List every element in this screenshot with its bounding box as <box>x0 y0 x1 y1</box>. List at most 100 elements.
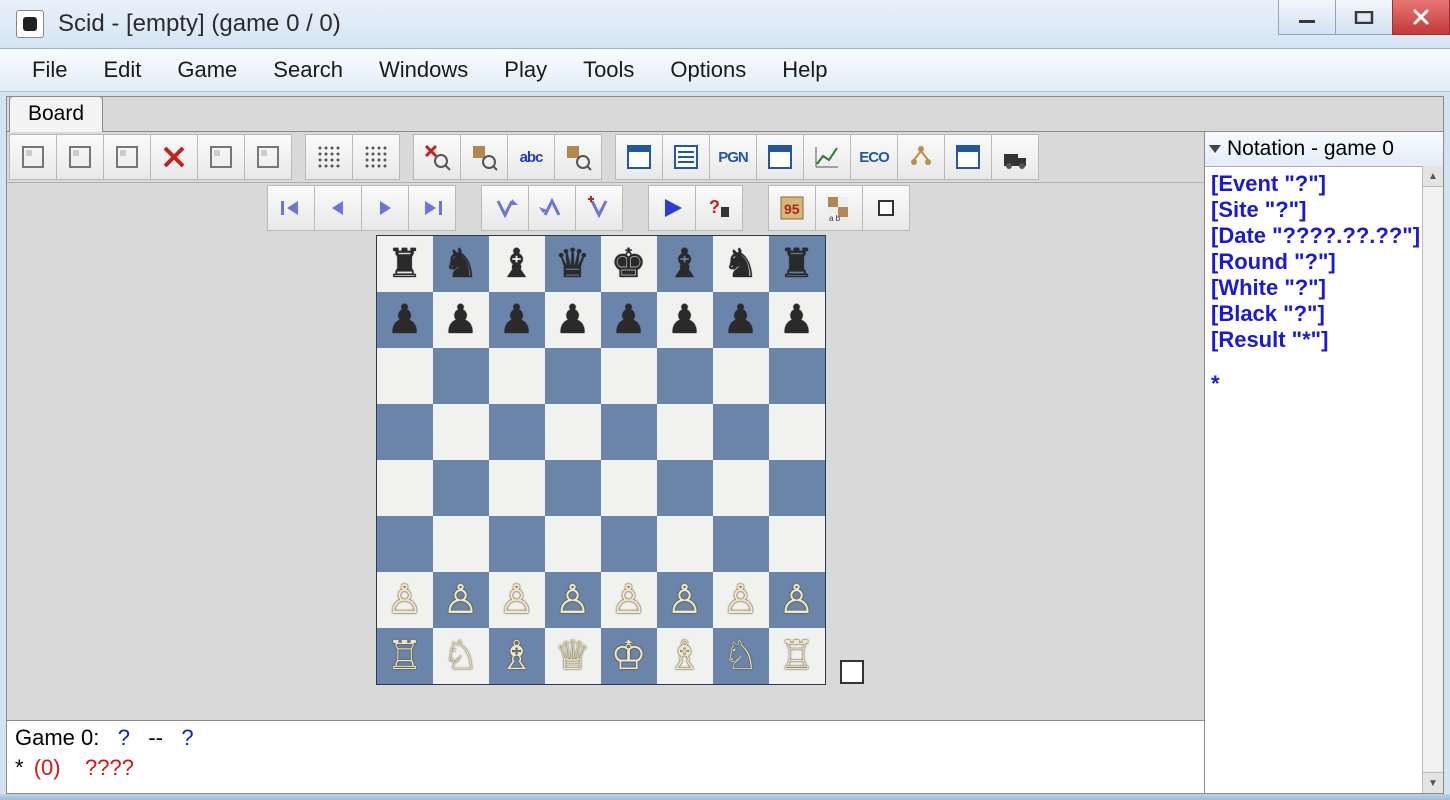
square-e8[interactable]: ♚ <box>601 236 657 292</box>
nav-hint[interactable]: ? <box>695 185 743 231</box>
tb-panel-1[interactable] <box>615 134 663 180</box>
square-e7[interactable]: ♟ <box>601 292 657 348</box>
nav-play[interactable] <box>648 185 696 231</box>
square-d6[interactable] <box>545 348 601 404</box>
square-a6[interactable] <box>377 348 433 404</box>
square-c2[interactable]: ♙ <box>489 572 545 628</box>
square-c3[interactable] <box>489 516 545 572</box>
piece-p[interactable]: ♟ <box>611 300 647 340</box>
maximize-button[interactable] <box>1335 0 1393 35</box>
tb-panel-8[interactable] <box>944 134 992 180</box>
square-e6[interactable] <box>601 348 657 404</box>
square-b1[interactable]: ♘ <box>433 628 489 684</box>
nav-nav-next[interactable] <box>361 185 409 231</box>
square-h6[interactable] <box>769 348 825 404</box>
square-e3[interactable] <box>601 516 657 572</box>
tb-panel-engine[interactable] <box>991 134 1039 180</box>
piece-p[interactable]: ♟ <box>499 300 535 340</box>
square-d8[interactable]: ♛ <box>545 236 601 292</box>
piece-P[interactable]: ♙ <box>387 580 423 620</box>
piece-p[interactable]: ♟ <box>667 300 703 340</box>
square-b5[interactable] <box>433 404 489 460</box>
piece-P[interactable]: ♙ <box>443 580 479 620</box>
piece-b[interactable]: ♝ <box>667 244 703 284</box>
tb-cut[interactable] <box>150 134 198 180</box>
square-a8[interactable]: ♜ <box>377 236 433 292</box>
minimize-button[interactable] <box>1278 0 1336 35</box>
piece-K[interactable]: ♔ <box>611 636 647 676</box>
square-d7[interactable]: ♟ <box>545 292 601 348</box>
nav-mini1[interactable]: a b <box>815 185 863 231</box>
tb-panel-tree[interactable] <box>897 134 945 180</box>
square-f4[interactable] <box>657 460 713 516</box>
nav-nav-prev[interactable] <box>314 185 362 231</box>
tb-find-abc[interactable]: abc <box>507 134 555 180</box>
piece-p[interactable]: ♟ <box>779 300 815 340</box>
square-a5[interactable] <box>377 404 433 460</box>
square-g3[interactable] <box>713 516 769 572</box>
square-a1[interactable]: ♖ <box>377 628 433 684</box>
square-c5[interactable] <box>489 404 545 460</box>
tb-dots-left[interactable] <box>305 134 353 180</box>
square-e5[interactable] <box>601 404 657 460</box>
piece-r[interactable]: ♜ <box>779 244 815 284</box>
menu-file[interactable]: File <box>14 53 85 87</box>
tb-panel-eco[interactable]: ECO <box>850 134 898 180</box>
square-g2[interactable]: ♙ <box>713 572 769 628</box>
tb-find-board[interactable] <box>460 134 508 180</box>
square-a2[interactable]: ♙ <box>377 572 433 628</box>
square-f2[interactable]: ♙ <box>657 572 713 628</box>
square-c1[interactable]: ♗ <box>489 628 545 684</box>
scroll-down-icon[interactable]: ▼ <box>1423 772 1443 793</box>
nav-mini2[interactable] <box>862 185 910 231</box>
square-g8[interactable]: ♞ <box>713 236 769 292</box>
piece-k[interactable]: ♚ <box>611 244 647 284</box>
piece-B[interactable]: ♗ <box>667 636 703 676</box>
square-d2[interactable]: ♙ <box>545 572 601 628</box>
square-e2[interactable]: ♙ <box>601 572 657 628</box>
square-b4[interactable] <box>433 460 489 516</box>
square-f8[interactable]: ♝ <box>657 236 713 292</box>
square-d4[interactable] <box>545 460 601 516</box>
tb-find-x[interactable] <box>413 134 461 180</box>
menu-search[interactable]: Search <box>255 53 361 87</box>
square-h3[interactable] <box>769 516 825 572</box>
square-a3[interactable] <box>377 516 433 572</box>
piece-Q[interactable]: ♕ <box>555 636 591 676</box>
square-b6[interactable] <box>433 348 489 404</box>
piece-n[interactable]: ♞ <box>443 244 479 284</box>
piece-P[interactable]: ♙ <box>779 580 815 620</box>
tb-find-fig[interactable] <box>554 134 602 180</box>
piece-N[interactable]: ♘ <box>723 636 759 676</box>
square-g7[interactable]: ♟ <box>713 292 769 348</box>
notation-body[interactable]: [Event "?"][Site "?"][Date "????.??.??"]… <box>1205 167 1443 793</box>
square-b2[interactable]: ♙ <box>433 572 489 628</box>
square-b8[interactable]: ♞ <box>433 236 489 292</box>
tb-panel-pgn[interactable]: PGN <box>709 134 757 180</box>
square-c7[interactable]: ♟ <box>489 292 545 348</box>
nav-nav-first[interactable] <box>267 185 315 231</box>
square-g6[interactable] <box>713 348 769 404</box>
nav-var-up[interactable] <box>528 185 576 231</box>
nav-nav-last[interactable] <box>408 185 456 231</box>
square-f3[interactable] <box>657 516 713 572</box>
square-c8[interactable]: ♝ <box>489 236 545 292</box>
nav-stamp[interactable]: 95 <box>768 185 816 231</box>
square-c6[interactable] <box>489 348 545 404</box>
tb-print[interactable] <box>197 134 245 180</box>
close-button[interactable] <box>1392 0 1450 35</box>
square-e4[interactable] <box>601 460 657 516</box>
piece-p[interactable]: ♟ <box>443 300 479 340</box>
menu-play[interactable]: Play <box>486 53 565 87</box>
piece-p[interactable]: ♟ <box>555 300 591 340</box>
tb-dots-right[interactable] <box>352 134 400 180</box>
piece-P[interactable]: ♙ <box>667 580 703 620</box>
piece-P[interactable]: ♙ <box>555 580 591 620</box>
menu-edit[interactable]: Edit <box>85 53 159 87</box>
square-g4[interactable] <box>713 460 769 516</box>
square-b7[interactable]: ♟ <box>433 292 489 348</box>
square-d3[interactable] <box>545 516 601 572</box>
square-d1[interactable]: ♕ <box>545 628 601 684</box>
menu-game[interactable]: Game <box>159 53 255 87</box>
tb-save[interactable] <box>103 134 151 180</box>
